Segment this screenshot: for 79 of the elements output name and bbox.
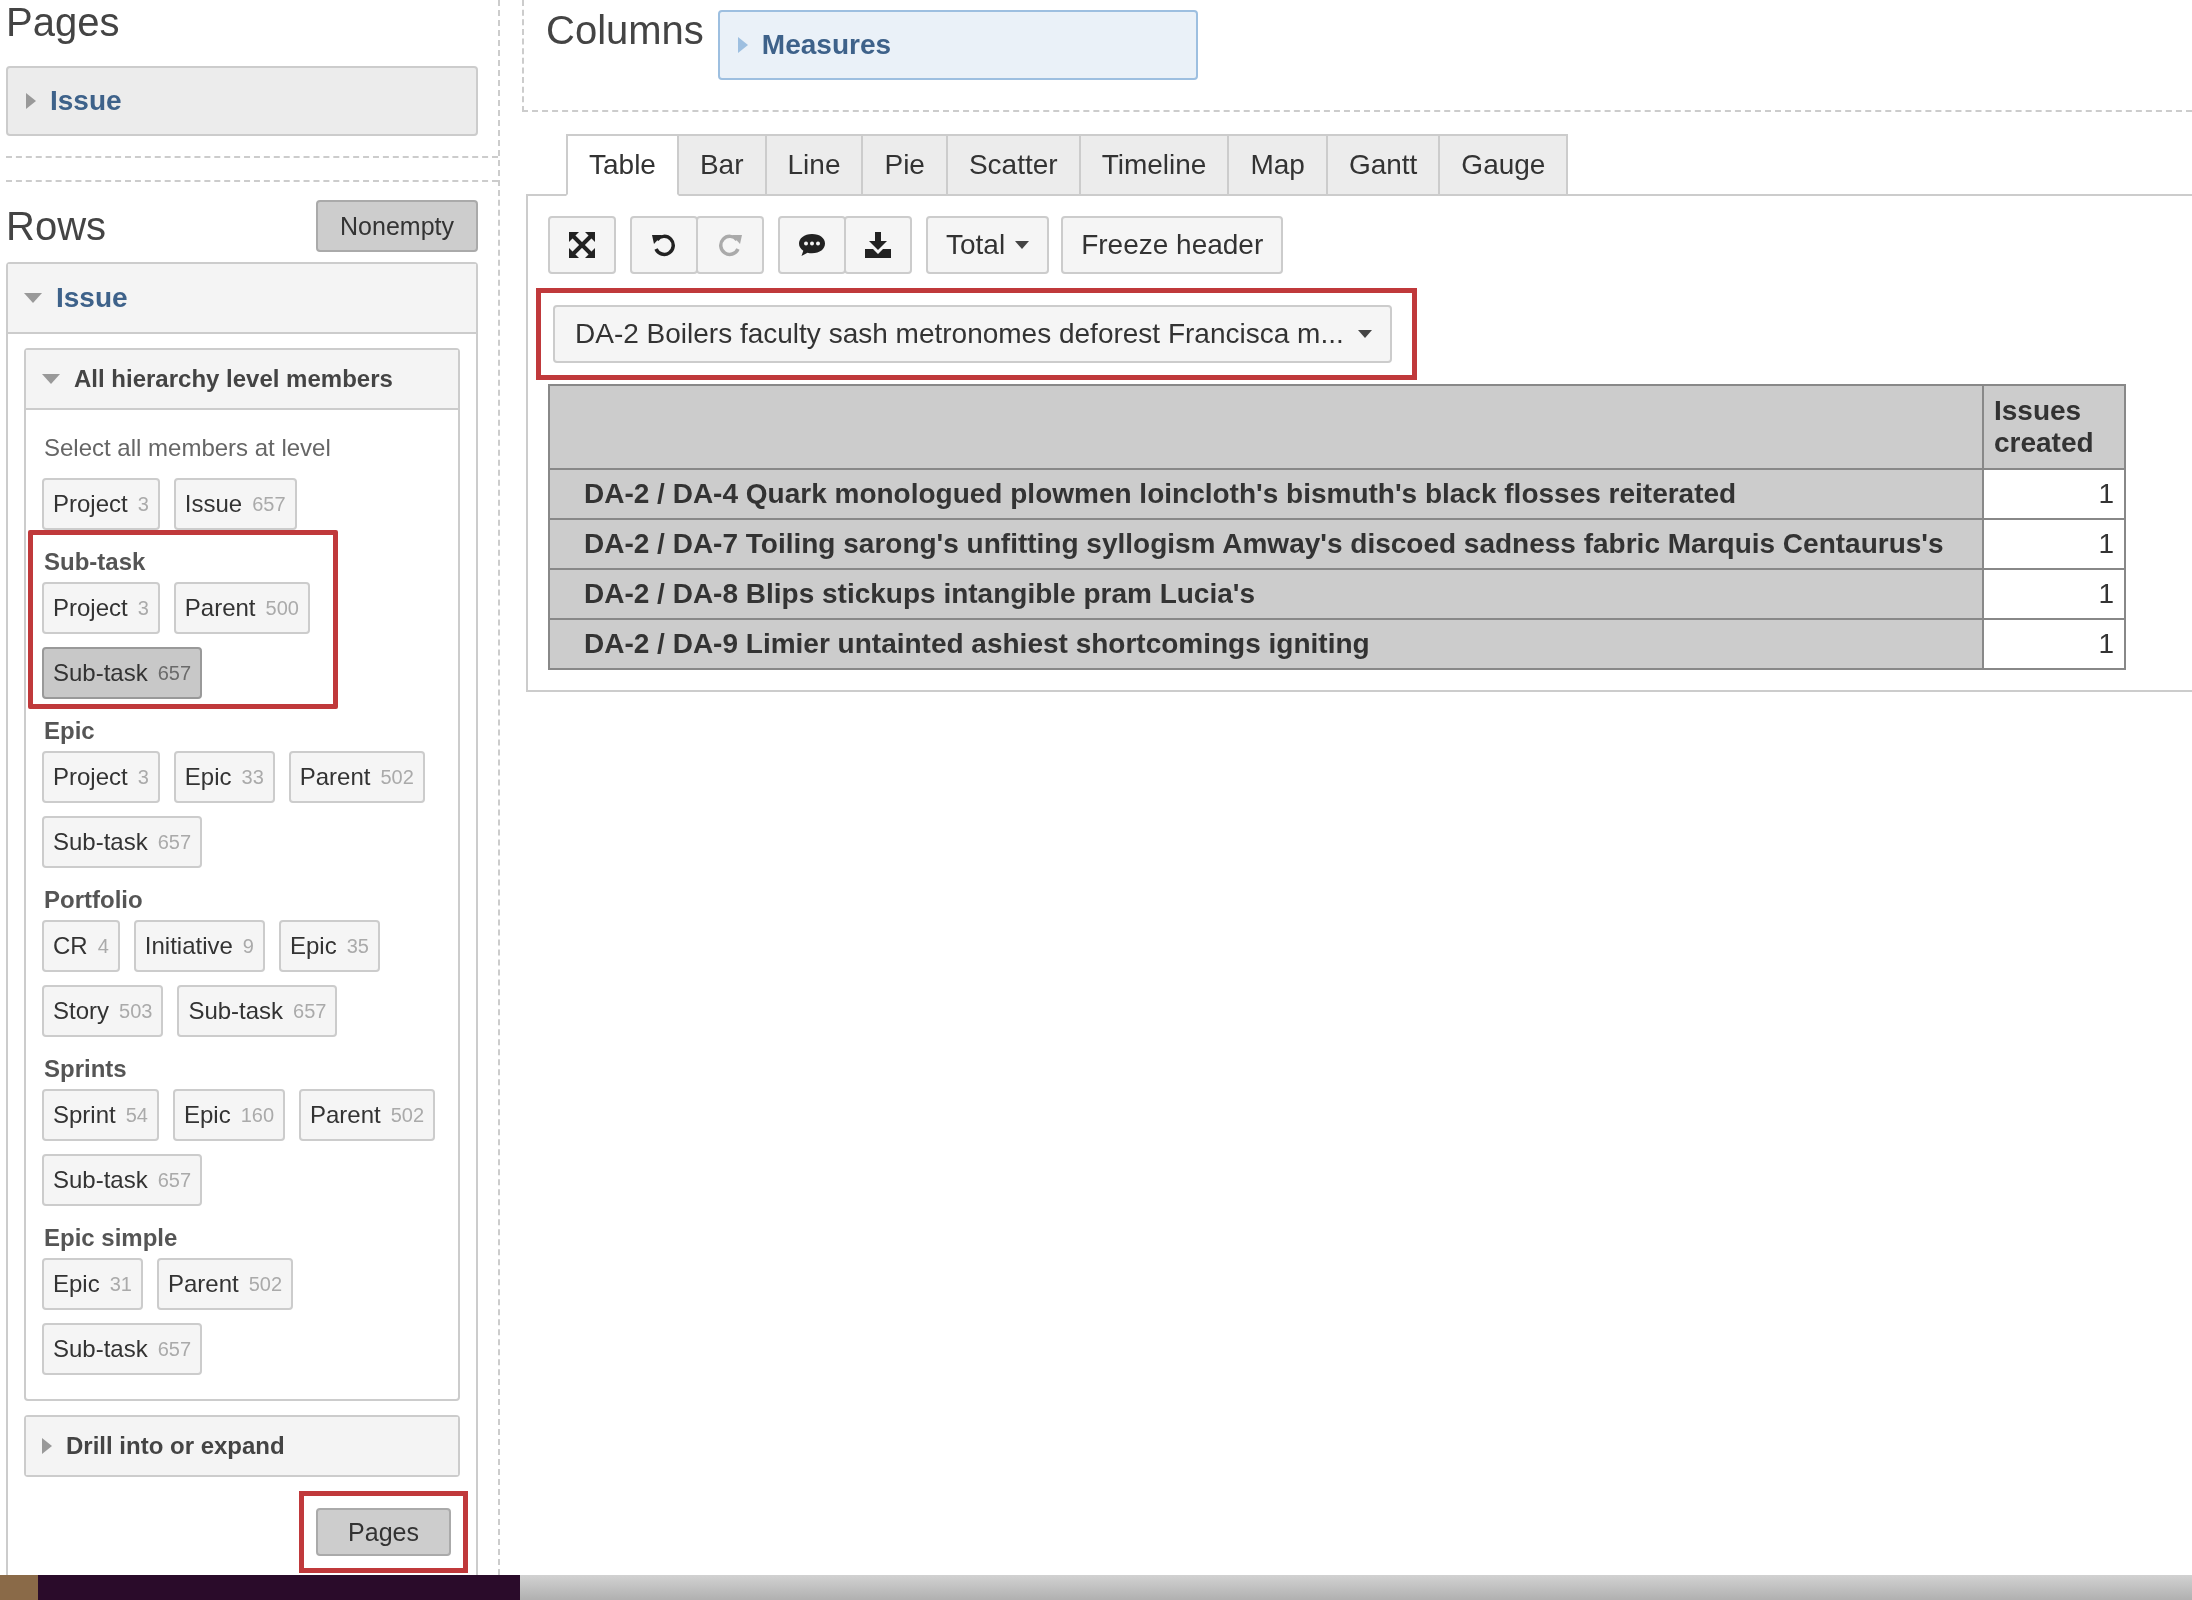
dimension-label: Issue bbox=[56, 282, 128, 314]
caret-icon bbox=[1015, 241, 1030, 249]
group-title: Portfolio bbox=[44, 886, 144, 914]
comment-button[interactable] bbox=[778, 216, 846, 274]
section-title: Rows bbox=[6, 204, 107, 248]
panel-header[interactable]: Drill into or expand bbox=[26, 1417, 458, 1475]
level-chip[interactable]: Parent 502 bbox=[299, 1089, 436, 1141]
chart-tab[interactable]: Timeline bbox=[1080, 134, 1230, 196]
level-chip[interactable]: Sub-task 657 bbox=[177, 985, 338, 1037]
level-chip[interactable]: Project 3 bbox=[42, 751, 160, 803]
table-cell: 1 bbox=[1983, 519, 2125, 569]
level-chip[interactable]: Sub-task 657 bbox=[42, 647, 203, 699]
fullscreen-button[interactable] bbox=[548, 216, 616, 274]
table-cell: 1 bbox=[1983, 569, 2125, 619]
chart-tab[interactable]: Map bbox=[1229, 134, 1328, 196]
group-title: Sprints bbox=[44, 1055, 128, 1083]
total-dropdown[interactable]: Total bbox=[926, 216, 1050, 274]
level-chip[interactable]: Initiative 9 bbox=[133, 920, 265, 972]
column-header: Issues created bbox=[1983, 385, 2125, 469]
level-chip[interactable]: Issue 657 bbox=[173, 478, 297, 530]
level-chip[interactable]: Sub-task 657 bbox=[42, 1154, 203, 1206]
row-header: DA-2 / DA-7 Toiling sarong's unfitting syllogism Amway's discoed sadness fabric Marquis Centaurus's bbox=[549, 519, 1983, 569]
nonempty-button[interactable]: Nonempty bbox=[316, 200, 478, 252]
dimension-label: Issue bbox=[50, 85, 122, 117]
group-title: Epic simple bbox=[44, 1224, 179, 1252]
dimension-header[interactable]: Issue bbox=[8, 264, 476, 334]
caret-icon bbox=[24, 293, 42, 303]
dimension-header[interactable]: Measures bbox=[717, 10, 1198, 80]
level-chip[interactable]: Project 3 bbox=[42, 582, 160, 634]
row-header: DA-2 / DA-9 Limier untainted ashiest shortcomings igniting bbox=[549, 619, 1983, 669]
section-title: Pages bbox=[6, 0, 121, 44]
chart-tab[interactable]: Bar bbox=[678, 134, 767, 196]
undo-button[interactable] bbox=[630, 216, 698, 274]
chart-tab[interactable]: Scatter bbox=[947, 134, 1081, 196]
level-chip[interactable]: Parent 502 bbox=[156, 1258, 294, 1310]
level-chip[interactable]: Parent 502 bbox=[288, 751, 425, 803]
undo-icon bbox=[651, 232, 677, 258]
level-chip[interactable]: Epic 160 bbox=[172, 1089, 285, 1141]
group-title: Epic bbox=[44, 717, 96, 745]
level-chip[interactable]: Sprint 54 bbox=[42, 1089, 159, 1141]
panel-title: Drill into or expand bbox=[66, 1432, 285, 1460]
caret-icon bbox=[737, 37, 748, 53]
section-title: Columns bbox=[546, 8, 704, 52]
download-button[interactable] bbox=[844, 216, 912, 274]
level-chip[interactable]: Sub-task 657 bbox=[42, 1323, 203, 1375]
row-header: DA-2 / DA-8 Blips stickups intangible pram Lucia's bbox=[549, 569, 1983, 619]
chart-tab[interactable]: Table bbox=[566, 134, 679, 196]
chart-tab[interactable]: Pie bbox=[863, 134, 948, 196]
hint-text: Select all members at level bbox=[43, 434, 332, 462]
pages-button[interactable]: Pages bbox=[316, 1508, 451, 1556]
freeze-header-button[interactable]: Freeze header bbox=[1061, 216, 1284, 274]
chart-tab[interactable]: Gauge bbox=[1440, 134, 1569, 196]
level-chip[interactable]: Sub-task 657 bbox=[42, 816, 203, 868]
chart-tab[interactable]: Line bbox=[766, 134, 864, 196]
expand-arrows-icon bbox=[569, 232, 595, 258]
chart-tab[interactable]: Gantt bbox=[1327, 134, 1441, 196]
panel-title: All hierarchy level members bbox=[74, 365, 393, 393]
caret-icon bbox=[1357, 330, 1372, 338]
level-chip[interactable]: CR 4 bbox=[42, 920, 120, 972]
panel-header[interactable]: All hierarchy level members bbox=[26, 350, 458, 410]
level-chip[interactable]: Project 3 bbox=[42, 478, 160, 530]
dimension-label: Measures bbox=[761, 29, 892, 61]
group-title: Sub-task bbox=[44, 548, 147, 576]
page-selector[interactable]: DA-2 Boilers faculty sash metronomes deforest Francisca m... bbox=[553, 305, 1392, 363]
row-header: DA-2 / DA-4 Quark monologued plowmen loincloth's bismuth's black flosses reiterated bbox=[549, 469, 1983, 519]
download-icon bbox=[865, 232, 891, 258]
table-cell: 1 bbox=[1983, 619, 2125, 669]
caret-icon bbox=[26, 93, 36, 109]
caret-icon bbox=[42, 374, 60, 384]
speech-bubble-icon bbox=[798, 233, 826, 257]
dimension-header[interactable]: Issue bbox=[6, 66, 478, 136]
caret-icon bbox=[42, 1438, 52, 1454]
level-chip[interactable]: Story 503 bbox=[42, 985, 164, 1037]
redo-icon bbox=[717, 232, 743, 258]
level-chip[interactable]: Epic 35 bbox=[278, 920, 380, 972]
level-chip[interactable]: Parent 500 bbox=[173, 582, 310, 634]
level-chip[interactable]: Epic 31 bbox=[42, 1258, 143, 1310]
table-cell: 1 bbox=[1983, 469, 2125, 519]
level-chip[interactable]: Epic 33 bbox=[173, 751, 275, 803]
